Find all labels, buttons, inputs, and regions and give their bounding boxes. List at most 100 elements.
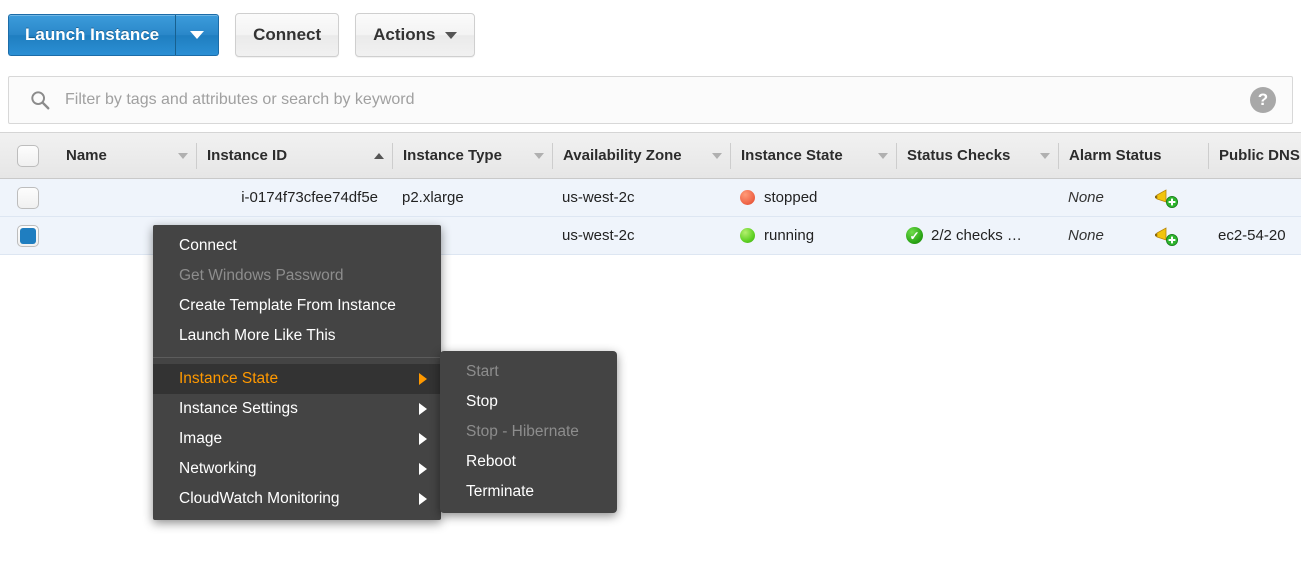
search-icon xyxy=(31,91,50,110)
row-select-cell[interactable] xyxy=(0,224,56,247)
cell-alarm-status: None xyxy=(1058,217,1208,254)
column-label: Instance ID xyxy=(207,147,288,164)
row-select-cell[interactable] xyxy=(0,186,56,209)
menu-item-label: Create Template From Instance xyxy=(179,297,396,314)
column-label: Status Checks xyxy=(907,147,1011,164)
submenu-arrow-icon xyxy=(419,433,427,445)
column-header-instance-type[interactable]: Instance Type xyxy=(392,142,552,169)
context-menu-item-connect[interactable]: Connect xyxy=(153,231,441,261)
menu-item-label: CloudWatch Monitoring xyxy=(179,490,340,507)
column-header-public-dns[interactable]: Public DNS xyxy=(1208,142,1301,169)
alarm-add-icon[interactable] xyxy=(1154,225,1180,247)
alarm-status-label: None xyxy=(1068,189,1104,206)
column-header-name[interactable]: Name xyxy=(56,143,196,169)
sort-indicator-icon xyxy=(878,152,888,159)
select-all-checkbox[interactable] xyxy=(17,144,39,167)
context-menu-item-get-windows-password: Get Windows Password xyxy=(153,261,441,291)
cell-name xyxy=(56,179,196,216)
alarm-add-icon[interactable] xyxy=(1154,187,1180,209)
sort-indicator-icon xyxy=(374,152,384,159)
menu-item-label: Stop xyxy=(466,393,498,410)
submenu-item-stop[interactable]: Stop xyxy=(440,387,617,417)
column-header-instance-state[interactable]: Instance State xyxy=(730,142,896,169)
launch-instance-dropdown-button[interactable] xyxy=(176,14,220,56)
cell-instance-id: i-0174f73cfee74df5e xyxy=(241,189,378,206)
menu-item-label: Connect xyxy=(179,237,237,254)
context-menu-item-create-template-from-instance[interactable]: Create Template From Instance xyxy=(153,291,441,321)
instance-state-submenu[interactable]: Start Stop Stop - Hibernate Reboot Termi… xyxy=(440,351,617,513)
filter-search-bar[interactable]: ? xyxy=(8,76,1293,124)
menu-item-label: Reboot xyxy=(466,453,516,470)
cell-public-dns: ec2-54-20 xyxy=(1218,227,1286,244)
state-label: stopped xyxy=(764,189,818,206)
chevron-down-icon xyxy=(190,31,205,39)
cell-instance-type: p2.xlarge xyxy=(402,189,464,206)
submenu-arrow-icon xyxy=(419,463,427,475)
cell-instance-state: stopped xyxy=(730,179,896,216)
column-label: Availability Zone xyxy=(563,147,682,164)
row-checkbox[interactable] xyxy=(17,224,39,247)
context-menu[interactable]: Connect Get Windows Password Create Temp… xyxy=(153,225,441,520)
chevron-down-icon xyxy=(445,31,458,39)
sort-indicator-icon xyxy=(1040,152,1050,159)
context-menu-item-image[interactable]: Image xyxy=(153,424,441,454)
state-label: running xyxy=(764,227,815,244)
menu-item-label: Instance State xyxy=(179,370,279,387)
context-menu-separator xyxy=(153,357,441,358)
table-row[interactable]: i-0174f73cfee74df5e p2.xlarge us-west-2c… xyxy=(0,179,1301,217)
submenu-item-reboot[interactable]: Reboot xyxy=(440,447,617,477)
submenu-item-terminate[interactable]: Terminate xyxy=(440,477,617,507)
menu-item-label: Instance Settings xyxy=(179,400,298,417)
submenu-arrow-icon xyxy=(419,373,427,385)
context-menu-item-launch-more-like-this[interactable]: Launch More Like This xyxy=(153,321,441,351)
column-label: Instance State xyxy=(741,147,843,164)
sort-indicator-icon xyxy=(534,152,544,159)
menu-item-label: Launch More Like This xyxy=(179,327,336,344)
context-menu-item-networking[interactable]: Networking xyxy=(153,454,441,484)
menu-item-label: Networking xyxy=(179,460,257,477)
cell-status-checks xyxy=(896,179,1058,216)
connect-label: Connect xyxy=(253,25,322,44)
submenu-item-stop-hibernate: Stop - Hibernate xyxy=(440,417,617,447)
actions-button[interactable]: Actions xyxy=(355,13,476,57)
search-input[interactable] xyxy=(63,90,1250,110)
submenu-arrow-icon xyxy=(419,493,427,505)
table-header-row: Name Instance ID Instance Type Availabil… xyxy=(0,132,1301,179)
row-checkbox[interactable] xyxy=(17,186,39,209)
launch-instance-button[interactable]: Launch Instance xyxy=(8,14,177,56)
actions-label: Actions xyxy=(373,25,436,44)
column-label: Public DNS xyxy=(1219,147,1300,164)
cell-alarm-status: None xyxy=(1058,179,1208,216)
column-header-status-checks[interactable]: Status Checks xyxy=(896,142,1058,169)
column-label: Alarm Status xyxy=(1069,147,1162,164)
launch-instance-label: Launch Instance xyxy=(25,25,160,44)
select-all-cell[interactable] xyxy=(0,144,56,167)
cell-status-checks: ✓ 2/2 checks … xyxy=(896,217,1058,254)
column-header-availability-zone[interactable]: Availability Zone xyxy=(552,142,730,169)
context-menu-item-cloudwatch-monitoring[interactable]: CloudWatch Monitoring xyxy=(153,484,441,514)
cell-availability-zone: us-west-2c xyxy=(562,189,635,206)
menu-item-label: Start xyxy=(466,363,499,380)
context-menu-item-instance-state[interactable]: Instance State xyxy=(153,364,441,394)
column-header-alarm-status[interactable]: Alarm Status xyxy=(1058,142,1208,169)
menu-item-label: Get Windows Password xyxy=(179,267,344,284)
connect-button[interactable]: Connect xyxy=(235,13,340,57)
column-header-instance-id[interactable]: Instance ID xyxy=(196,142,392,169)
cell-public-dns xyxy=(1208,179,1301,216)
check-circle-icon: ✓ xyxy=(906,227,923,244)
help-question-icon[interactable]: ? xyxy=(1250,87,1276,113)
column-label: Name xyxy=(66,147,107,164)
menu-item-label: Terminate xyxy=(466,483,535,500)
column-label: Instance Type xyxy=(403,147,502,164)
context-menu-item-instance-settings[interactable]: Instance Settings xyxy=(153,394,441,424)
sort-indicator-icon xyxy=(178,152,188,159)
state-dot-running-icon xyxy=(740,228,755,243)
alarm-status-label: None xyxy=(1068,227,1104,244)
toolbar: Launch Instance Connect Actions xyxy=(0,0,1301,70)
state-dot-stopped-icon xyxy=(740,190,755,205)
sort-indicator-icon xyxy=(712,152,722,159)
menu-item-label: Image xyxy=(179,430,223,447)
cell-instance-state: running xyxy=(730,217,896,254)
status-checks-label: 2/2 checks … xyxy=(931,227,1022,244)
submenu-arrow-icon xyxy=(419,403,427,415)
